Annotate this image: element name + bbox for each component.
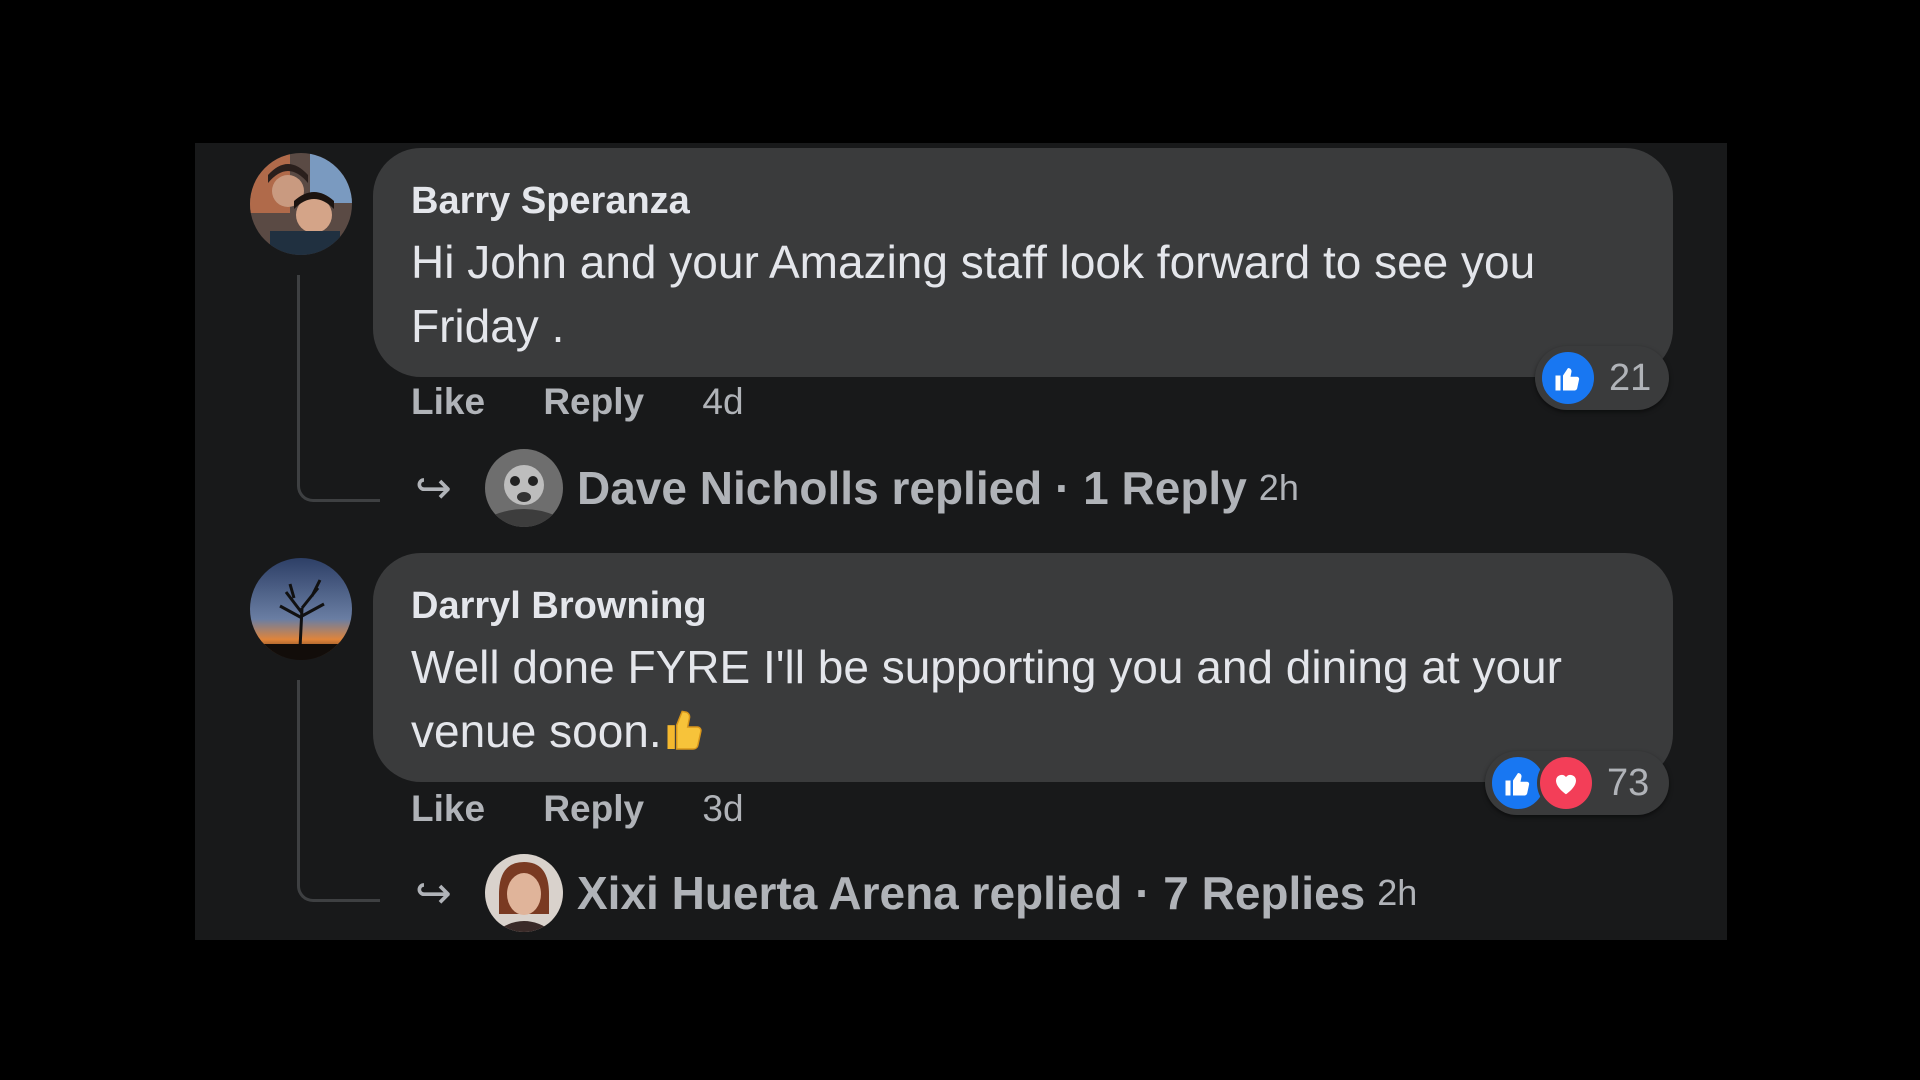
comment-actions: Like Reply 4d — [411, 381, 792, 423]
like-button[interactable]: Like — [411, 788, 485, 830]
reply-timestamp: 2h — [1258, 467, 1299, 508]
avatar-darryl-browning[interactable] — [250, 558, 352, 660]
avatar-dave-nicholls — [485, 449, 563, 527]
reaction-count: 21 — [1609, 356, 1652, 399]
reply-button[interactable]: Reply — [543, 788, 644, 830]
thread-line — [297, 680, 380, 902]
comments-panel: Barry Speranza Hi John and your Amazing … — [195, 143, 1727, 940]
reactions-summary[interactable]: 21 — [1535, 346, 1669, 410]
avatar-xixi-huerta-arena — [485, 854, 563, 932]
reply-arrow-icon: ↪ — [415, 868, 452, 918]
reply-summary-text[interactable]: Dave Nicholls replied · 1 Reply — [577, 461, 1247, 515]
reply-arrow-icon: ↪ — [415, 463, 452, 513]
reactions-summary[interactable]: 73 — [1485, 751, 1669, 815]
comment-timestamp[interactable]: 3d — [702, 788, 743, 830]
comment-text: Hi John and your Amazing staff look forw… — [411, 236, 1536, 352]
reply-summary-text[interactable]: Xixi Huerta Arena replied · 7 Replies — [577, 866, 1365, 920]
like-icon — [1539, 349, 1597, 407]
reply-button[interactable]: Reply — [543, 381, 644, 423]
comment-bubble: Barry Speranza Hi John and your Amazing … — [373, 148, 1673, 377]
thumbs-up-emoji — [662, 701, 706, 769]
reply-summary[interactable]: ↪ Dave Nicholls replied · 1 Reply 2h — [415, 448, 1299, 528]
comment-author[interactable]: Barry Speranza — [411, 178, 1637, 224]
comment-text-content: Well done FYRE I'll be supporting you an… — [411, 641, 1562, 757]
reply-summary[interactable]: ↪ Xixi Huerta Arena replied · 7 Replies … — [415, 853, 1417, 933]
reaction-count: 73 — [1607, 761, 1650, 804]
comment-text: Well done FYRE I'll be supporting you an… — [411, 635, 1637, 769]
comment-timestamp[interactable]: 4d — [702, 381, 743, 423]
love-icon — [1537, 754, 1595, 812]
avatar-barry-speranza[interactable] — [250, 153, 352, 255]
like-button[interactable]: Like — [411, 381, 485, 423]
comment-bubble: Darryl Browning Well done FYRE I'll be s… — [373, 553, 1673, 782]
comment-actions: Like Reply 3d — [411, 788, 792, 830]
comment-author[interactable]: Darryl Browning — [411, 583, 1637, 629]
reply-timestamp: 2h — [1377, 872, 1418, 913]
thread-line — [297, 275, 380, 502]
